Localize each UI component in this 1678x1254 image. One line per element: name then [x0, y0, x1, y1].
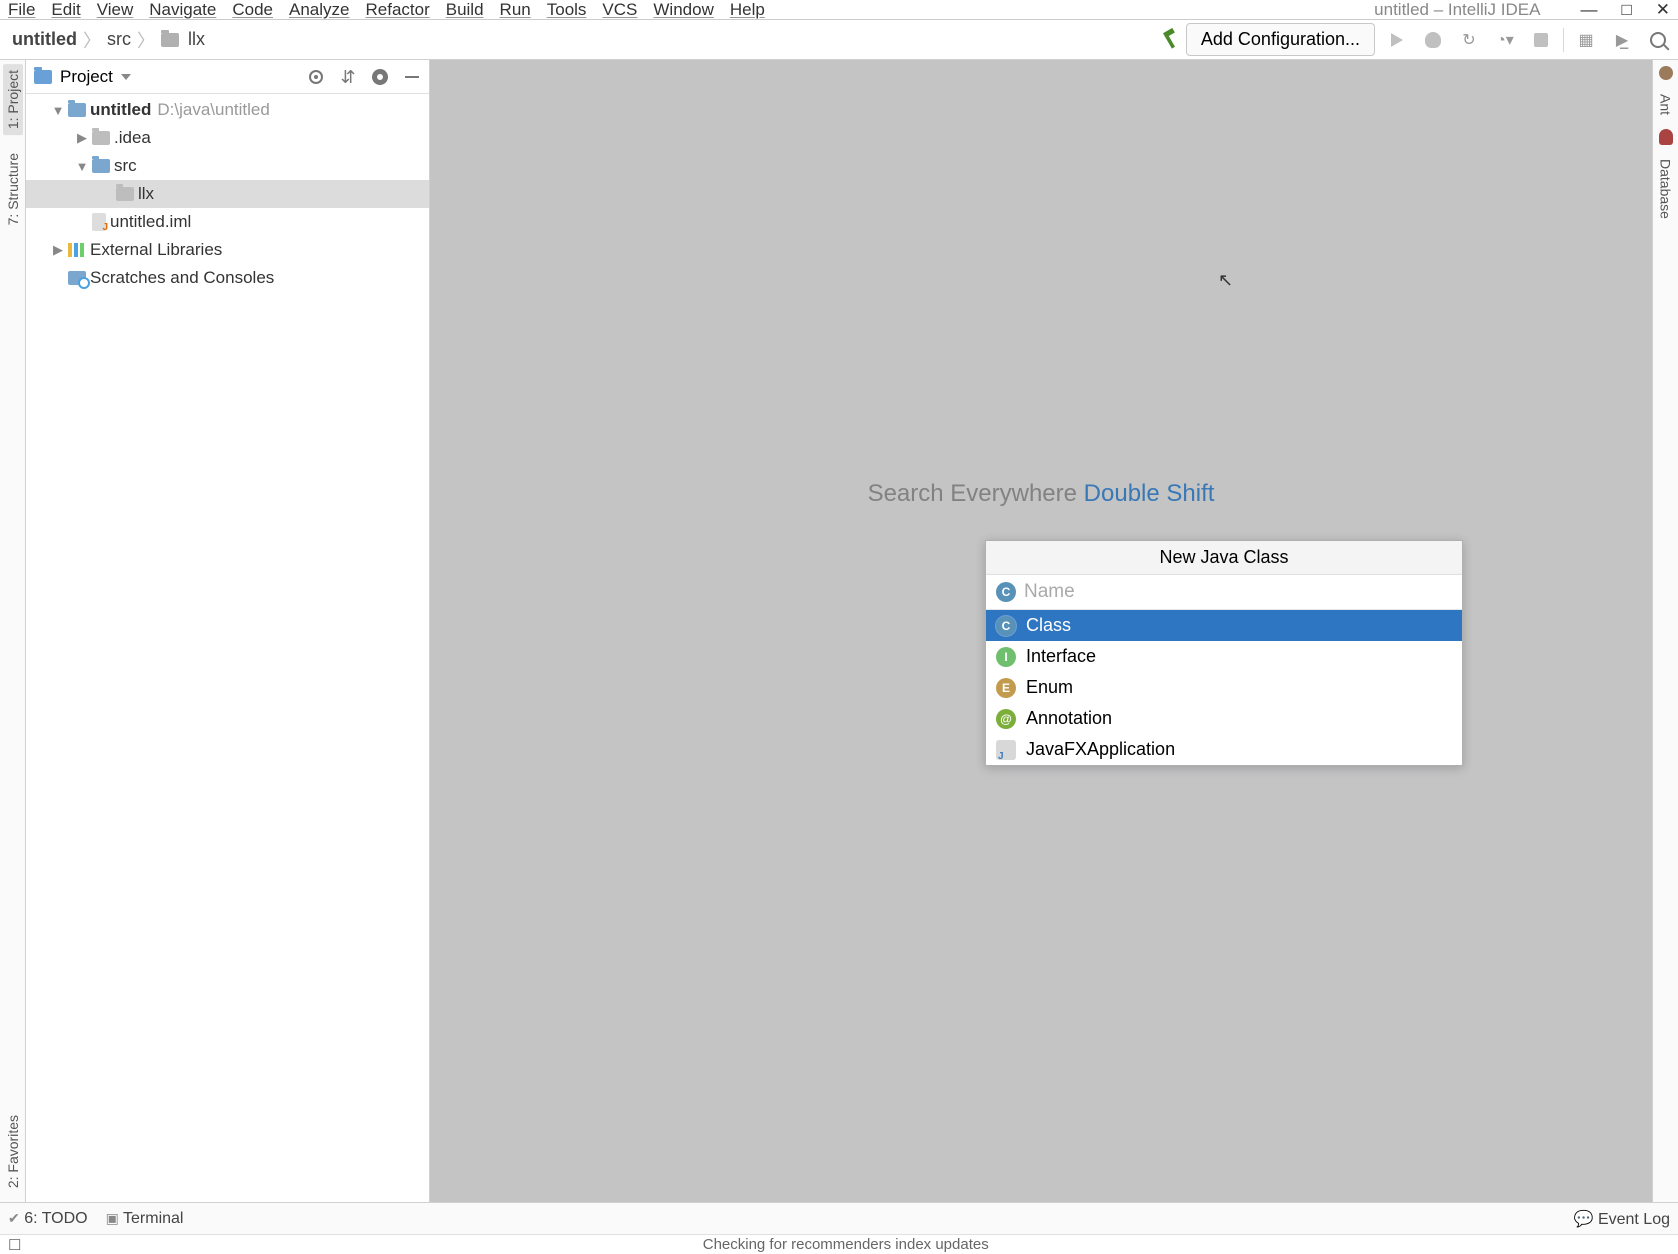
breadcrumb-item[interactable]: llx: [155, 27, 211, 52]
profile-button[interactable]: ◔▾: [1491, 26, 1519, 54]
tree-node-iml[interactable]: . untitled.iml: [26, 208, 429, 236]
project-tree[interactable]: untitled D:\java\untitled .idea src . ll…: [26, 94, 429, 294]
enum-icon: E: [996, 678, 1016, 698]
build-icon[interactable]: [1157, 27, 1182, 52]
breadcrumb-root[interactable]: untitled: [6, 27, 83, 52]
kind-option-class[interactable]: C Class: [986, 610, 1462, 641]
menu-edit[interactable]: Edit: [51, 0, 80, 20]
module-icon: [68, 103, 86, 117]
menu-bar: File Edit View Navigate Code Analyze Ref…: [0, 0, 1678, 20]
project-icon: [34, 70, 52, 84]
iml-file-icon: [92, 213, 106, 231]
minimize-window-icon[interactable]: —: [1580, 0, 1597, 20]
project-structure-icon[interactable]: ▦: [1572, 26, 1600, 54]
navigation-bar: untitled 〉 src 〉 llx Add Configuration..…: [0, 20, 1678, 60]
tree-node-llx[interactable]: . llx: [26, 180, 429, 208]
menu-vcs[interactable]: VCS: [602, 0, 637, 20]
tool-tab-terminal[interactable]: ▣ Terminal: [106, 1210, 184, 1228]
menu-navigate[interactable]: Navigate: [149, 0, 216, 20]
menu-tools[interactable]: Tools: [547, 0, 587, 20]
menu-help[interactable]: Help: [730, 0, 765, 20]
annotation-icon: [996, 709, 1016, 729]
close-window-icon[interactable]: ✕: [1656, 0, 1670, 20]
project-tool-window: Project ⇵ untitled D:\java\untitled .ide…: [26, 60, 430, 1202]
run-button[interactable]: [1383, 26, 1411, 54]
event-log-button[interactable]: 💬 Event Log: [1574, 1209, 1670, 1229]
coverage-button[interactable]: ↻: [1455, 26, 1483, 54]
kind-option-javafx[interactable]: JavaFXApplication: [986, 734, 1462, 765]
status-message: Checking for recommenders index updates: [703, 1236, 989, 1253]
database-icon: [1659, 129, 1673, 145]
kind-option-interface[interactable]: I Interface: [986, 641, 1462, 672]
tree-node-scratches[interactable]: . Scratches and Consoles: [26, 264, 429, 292]
tool-tab-project[interactable]: 1: Project: [3, 64, 23, 135]
interface-icon: I: [996, 647, 1016, 667]
tree-node-src[interactable]: src: [26, 152, 429, 180]
folder-icon: [161, 33, 179, 47]
search-everywhere-icon[interactable]: [1644, 26, 1672, 54]
debug-button[interactable]: [1419, 26, 1447, 54]
kind-option-enum[interactable]: E Enum: [986, 672, 1462, 703]
add-configuration-button[interactable]: Add Configuration...: [1186, 23, 1375, 56]
tool-tab-structure[interactable]: 7: Structure: [3, 147, 23, 231]
menu-build[interactable]: Build: [446, 0, 484, 20]
menu-view[interactable]: View: [97, 0, 134, 20]
chevron-right-icon: 〉: [83, 27, 101, 53]
menu-analyze[interactable]: Analyze: [289, 0, 349, 20]
tree-node-project-root[interactable]: untitled D:\java\untitled: [26, 96, 429, 124]
menu-refactor[interactable]: Refactor: [365, 0, 429, 20]
bottom-tool-bar: ✔ 6: TODO ▣ Terminal 💬 Event Log: [0, 1202, 1678, 1234]
libraries-icon: [68, 243, 86, 257]
maximize-window-icon[interactable]: □: [1621, 0, 1631, 20]
new-java-class-popup: New Java Class C C Class I Interface E E…: [985, 540, 1463, 766]
expand-all-icon[interactable]: ⇵: [339, 68, 357, 86]
chevron-right-icon: 〉: [137, 27, 155, 53]
class-name-input[interactable]: [1024, 581, 1452, 603]
tree-node-external-libraries[interactable]: External Libraries: [26, 236, 429, 264]
project-view-title[interactable]: Project: [60, 67, 113, 87]
menu-file[interactable]: File: [8, 0, 35, 20]
settings-icon[interactable]: [371, 68, 389, 86]
ide-settings-icon[interactable]: ▶̲: [1608, 26, 1636, 54]
hide-icon[interactable]: [403, 68, 421, 86]
tool-tab-favorites[interactable]: 2: Favorites: [3, 1109, 23, 1194]
source-folder-icon: [92, 159, 110, 173]
status-bar: ☐ Checking for recommenders index update…: [0, 1234, 1678, 1254]
tool-tab-ant[interactable]: Ant: [1658, 94, 1674, 115]
stop-button[interactable]: [1527, 26, 1555, 54]
menu-window[interactable]: Window: [653, 0, 713, 20]
package-icon: [116, 187, 134, 201]
editor-empty-hint: Search Everywhere Double Shift: [868, 480, 1215, 508]
ant-icon: [1659, 66, 1673, 80]
left-tool-gutter: 1: Project 7: Structure 2: Favorites: [0, 60, 26, 1202]
class-kind-icon: C: [996, 582, 1016, 602]
cursor-icon: ↖: [1218, 270, 1233, 291]
menu-code[interactable]: Code: [232, 0, 273, 20]
tool-tab-database[interactable]: Database: [1658, 159, 1674, 219]
kind-list: C Class I Interface E Enum Annotation: [986, 610, 1462, 765]
class-icon: C: [996, 616, 1016, 636]
locate-icon[interactable]: [307, 68, 325, 86]
menu-run[interactable]: Run: [500, 0, 531, 20]
tree-node-idea[interactable]: .idea: [26, 124, 429, 152]
kind-option-annotation[interactable]: Annotation: [986, 703, 1462, 734]
window-title: untitled – IntelliJ IDEA: [1374, 0, 1540, 20]
scratches-icon: [68, 271, 86, 285]
chevron-down-icon[interactable]: [121, 74, 131, 80]
breadcrumb[interactable]: untitled 〉 src 〉 llx: [6, 27, 211, 53]
popup-title: New Java Class: [986, 541, 1462, 575]
right-tool-gutter: Ant Database: [1652, 60, 1678, 1202]
tool-tab-todo[interactable]: ✔ 6: TODO: [8, 1210, 88, 1228]
breadcrumb-item[interactable]: src: [101, 27, 137, 52]
separator: [1563, 28, 1564, 52]
folder-icon: [92, 131, 110, 145]
editor-area: ↖ Search Everywhere Double Shift New Jav…: [430, 60, 1652, 1202]
javafx-template-icon: [996, 740, 1016, 760]
